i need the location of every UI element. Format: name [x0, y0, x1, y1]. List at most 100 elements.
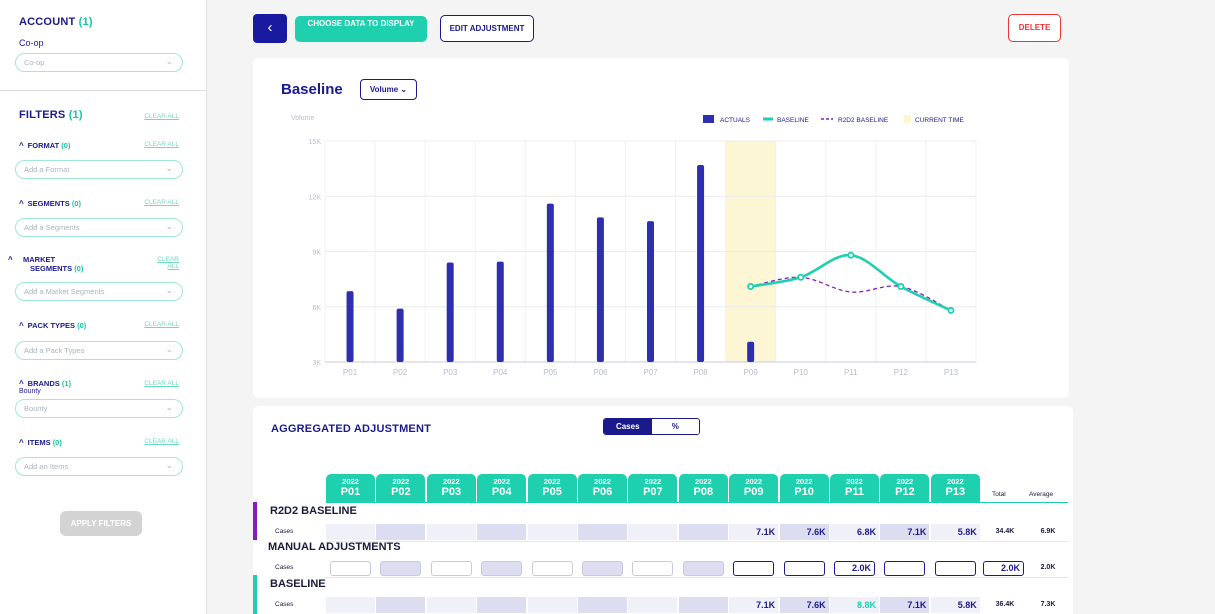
legend-r2d2-label: R2D2 BASELINE	[838, 117, 889, 124]
manual-adjustment-input[interactable]	[481, 561, 523, 576]
manual-total-input[interactable]: 2.0K	[983, 561, 1024, 576]
apply-filters-button[interactable]: APPLY FILTERS	[60, 511, 142, 536]
manual-section-title: MANUAL ADJUSTMENTS	[268, 541, 401, 553]
clear-all-filters-link[interactable]: CLEAR ALL	[144, 113, 179, 120]
filters-count: (1)	[68, 109, 83, 121]
manual-row-label: Cases	[275, 564, 294, 571]
x-tick-label: P01	[343, 368, 358, 377]
account-title: ACCOUNT (1)	[19, 16, 93, 28]
manual-adjustment-input[interactable]	[380, 561, 422, 576]
baseline-point	[897, 282, 905, 290]
account-count: (1)	[78, 16, 93, 28]
clear-all-segments-link[interactable]: CLEAR ALL	[144, 199, 179, 206]
legend-current-time-swatch	[904, 115, 911, 123]
metric-select[interactable]: Volume ⌄	[360, 79, 417, 100]
pack-types-select[interactable]: Add a Pack Types ⌄	[15, 341, 183, 360]
brands-select[interactable]: Bounty ⌄	[15, 399, 183, 418]
back-button[interactable]: ‹	[253, 14, 287, 43]
market-segments-select[interactable]: Add a Market Segments ⌄	[15, 282, 183, 301]
manual-adjustment-input[interactable]	[733, 561, 775, 576]
aggregated-adjustment-title: AGGREGATED ADJUSTMENT	[271, 423, 432, 435]
manual-adjustment-input[interactable]	[430, 561, 472, 576]
x-tick-label: P06	[593, 368, 608, 377]
period-header: 2022 P03	[426, 474, 476, 502]
baseline-cell-value: 7.1K	[756, 600, 776, 610]
manual-adjustment-input[interactable]	[582, 561, 623, 576]
r2d2-row-label: Cases	[275, 528, 294, 535]
period-year: 2022	[846, 477, 863, 486]
actuals-bar	[446, 262, 454, 362]
filter-market-segments-header[interactable]: ^ MARKET SEGMENTS (0)	[8, 255, 89, 273]
metric-select-value: Volume	[369, 85, 399, 94]
filter-brands-header[interactable]: ^ BRANDS (1)	[19, 379, 71, 388]
x-tick-label: P11	[844, 368, 858, 377]
manual-adjustment-input[interactable]	[330, 561, 371, 576]
chevron-up-icon: ^	[19, 141, 24, 150]
format-select[interactable]: Add a Format ⌄	[15, 160, 183, 179]
account-select[interactable]: Co-op ⌄	[15, 53, 183, 72]
period-label: P05	[542, 486, 562, 498]
filter-items-header[interactable]: ^ ITEMS (0)	[19, 438, 62, 447]
filter-segments-header[interactable]: ^ SEGMENTS (0)	[19, 199, 81, 208]
manual-adjustment-input[interactable]: 2.0K	[834, 561, 875, 576]
manual-adjustment-input[interactable]	[682, 561, 724, 576]
filter-format-header[interactable]: ^ FORMAT (0)	[19, 141, 70, 150]
period-year: 2022	[543, 477, 561, 486]
manual-adjustment-input[interactable]	[783, 561, 825, 576]
manual-adjustment-input[interactable]	[531, 561, 573, 576]
chevron-down-icon: ⌄	[165, 163, 173, 173]
aggregated-adjustment-card	[253, 406, 1073, 614]
clear-all-pack-types-link[interactable]: CLEAR ALL	[144, 321, 179, 328]
baseline-cell-value: 5.8K	[957, 600, 977, 610]
period-year: 2022	[745, 477, 763, 486]
legend-current-time-label: CURRENT TIME	[915, 117, 965, 124]
chart-title: Baseline	[281, 81, 343, 98]
manual-adjustment-input[interactable]	[632, 561, 674, 576]
legend-actuals-label: ACTUALS	[720, 117, 751, 124]
period-header: 2022 P05	[527, 474, 577, 502]
delete-button[interactable]: DELETE	[1008, 14, 1061, 42]
period-label: P08	[693, 486, 714, 498]
period-year: 2022	[442, 477, 460, 486]
baseline-cell-bg	[376, 597, 426, 613]
segments-select[interactable]: Add a Segments ⌄	[15, 218, 183, 237]
period-year: 2022	[493, 477, 511, 486]
clear-all-format-link[interactable]: CLEAR ALL	[144, 141, 179, 148]
legend-actuals-swatch	[703, 115, 714, 123]
actuals-bar	[647, 221, 654, 362]
x-tick-label: P04	[493, 368, 508, 377]
manual-adjustment-input[interactable]	[884, 561, 926, 576]
period-label: P11	[845, 486, 864, 498]
chevron-down-icon: ⌄	[165, 402, 173, 412]
y-axis-label: Volume	[291, 115, 314, 122]
period-year: 2022	[795, 477, 813, 486]
edit-adjustment-button[interactable]: EDIT ADJUSTMENT	[440, 15, 534, 42]
total-column-header: Total	[992, 491, 1006, 498]
actuals-bar	[496, 261, 504, 362]
unit-toggle[interactable]: Cases %	[603, 418, 700, 435]
baseline-cell-bg	[678, 597, 728, 613]
filter-pack-types-header[interactable]: ^ PACK TYPES (0)	[19, 321, 86, 330]
r2d2-cell-bg	[578, 524, 627, 540]
r2d2-cell-value: 7.1K	[907, 527, 927, 537]
r2d2-section-title: R2D2 BASELINE	[270, 505, 357, 517]
baseline-chart: 3K 6K 9K 12K 15K Volume P01 P02 P03 P04 P05 P06 P07 P…	[291, 115, 977, 377]
toggle-cases[interactable]: Cases	[604, 419, 652, 434]
x-tick-label: P08	[693, 368, 708, 377]
clear-all-brands-link[interactable]: CLEAR ALL	[144, 380, 179, 387]
period-label: P10	[794, 486, 814, 498]
period-header: 2022 P02	[376, 474, 426, 502]
period-header: 2022 P09	[729, 474, 779, 502]
items-select[interactable]: Add an Items ⌄	[15, 457, 183, 476]
clear-all-items-link[interactable]: CLEAR ALL	[144, 438, 179, 445]
brands-selected-value: Bounty	[19, 388, 41, 395]
toggle-percent[interactable]: %	[651, 419, 699, 434]
choose-data-button[interactable]: CHOOSE DATA TO DISPLAY	[295, 16, 427, 42]
period-header: 2022 P12	[880, 474, 930, 502]
clear-all-market-segments-link[interactable]: CLEAR ALL	[153, 256, 179, 270]
x-tick-label: P09	[744, 368, 759, 377]
period-header: 2022 P01	[326, 474, 375, 502]
manual-adjustment-input[interactable]	[934, 561, 976, 576]
baseline-cell-value: 7.6K	[806, 600, 826, 610]
period-header: 2022 P04	[477, 474, 527, 502]
